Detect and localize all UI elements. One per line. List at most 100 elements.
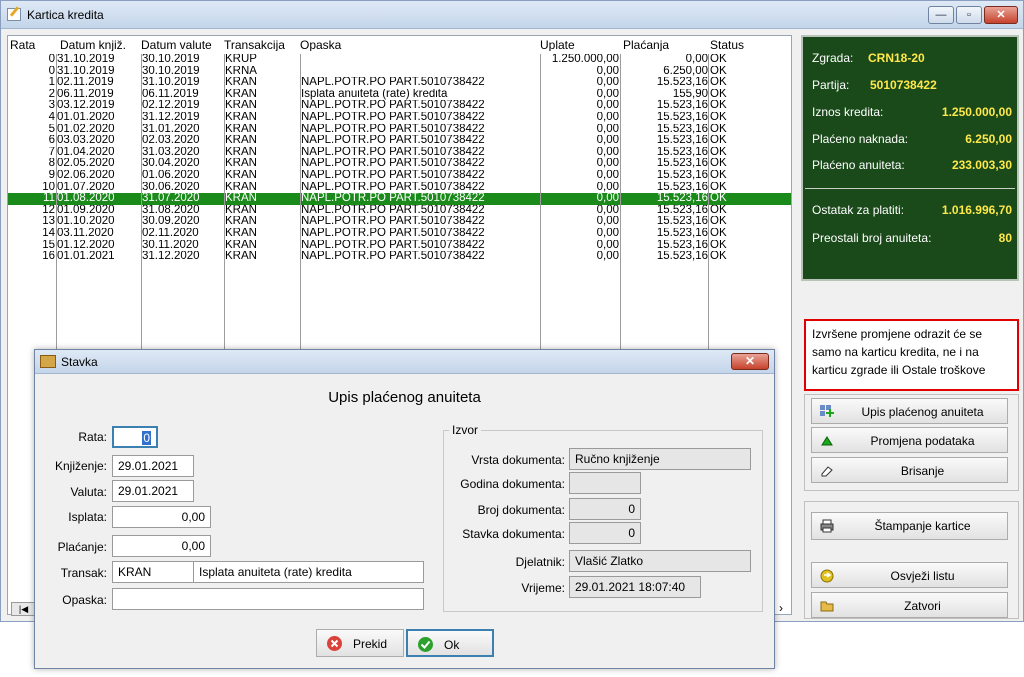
table-cell: NAPL.POTR.PO PART.5010738422 [301, 193, 485, 205]
column-header[interactable]: Opaska [300, 39, 540, 51]
column-header[interactable]: Datum knjiž. [60, 39, 138, 51]
ok-button[interactable]: Ok [406, 629, 494, 657]
prekid-button[interactable]: Prekid [316, 629, 404, 657]
table-row[interactable]: 10 01.07.2020 30.06.2020 KRAN NAPL.POTR.PO P… [8, 182, 791, 194]
brisanje-button[interactable]: Brisanje [811, 457, 1008, 483]
preostali-row: Preostali broj anuiteta: 80 [812, 231, 1012, 245]
check-icon [418, 637, 433, 652]
table-cell: OK [710, 77, 727, 89]
table-cell: KRAN [225, 77, 257, 89]
table-row[interactable]: 15 01.12.2020 30.11.2020 KRAN NAPL.POTR.PO P… [8, 240, 791, 252]
table-row[interactable]: 8 02.05.2020 30.04.2020 KRAN NAPL.POTR.PO PA… [8, 158, 791, 170]
table-cell: 6 [48, 135, 55, 147]
knjizenje-label: Knjiženje: [54, 459, 107, 473]
column-header[interactable]: Uplate [540, 39, 618, 51]
table-cell: 06.11.2019 [142, 88, 199, 100]
table-cell: 0,00 [596, 251, 619, 263]
table-cell: 01.06.2020 [142, 170, 200, 181]
ostatak-value: 1.016.996,70 [941, 203, 1012, 217]
table-cell: NAPL.POTR.PO PART.5010738422 [301, 181, 485, 193]
godina-field [569, 472, 641, 494]
table-cell: 0,00 [596, 123, 619, 135]
preostali-value: 80 [998, 231, 1012, 245]
promjena-podataka-button[interactable]: Promjena podataka [811, 427, 1008, 453]
table-row[interactable]: 7 01.04.2020 31.03.2020 KRAN NAPL.POTR.PO PA… [8, 147, 791, 159]
column-header[interactable]: Plaćanja [623, 39, 713, 51]
table-cell: NAPL.POTR.PO PART.5010738422 [301, 204, 485, 216]
godina-label: Godina dokumenta: [460, 477, 565, 491]
table-row[interactable]: 6 03.03.2020 02.03.2020 KRAN NAPL.POTR.PO PA… [8, 135, 791, 147]
column-header[interactable]: Rata [10, 39, 40, 51]
table-cell: 31.07.2020 [142, 193, 200, 205]
vrijeme-label: Vrijeme: [521, 581, 565, 595]
scroll-first-button[interactable]: |◀ [11, 602, 36, 616]
column-header[interactable]: Transakcija [224, 39, 300, 51]
table-cell: 13 [42, 216, 55, 228]
vrijeme-field: 29.01.2021 18:07:40 [569, 576, 701, 598]
table-cell: 31.12.2019 [142, 112, 200, 123]
rata-field[interactable]: 0 [112, 426, 158, 448]
table-cell: 31.01.2020 [142, 123, 200, 135]
isplata-field[interactable]: 0,00 [112, 506, 211, 528]
table-cell: 0,00 [596, 65, 619, 77]
table-cell: 01.12.2020 [57, 239, 115, 251]
close-button[interactable]: ✕ [984, 6, 1018, 24]
table-cell: 15.523,16 [656, 158, 708, 170]
partija-row: Partija: 5010738422 [812, 78, 937, 92]
osvjezi-listu-button[interactable]: Osvježi listu [811, 562, 1008, 588]
table-row[interactable]: 0 31.10.2019 30.10.2019 KRUP 1.250.000,00 0,0… [8, 54, 791, 66]
table-cell: KRAN [225, 204, 257, 216]
dialog-close-button[interactable]: ✕ [731, 353, 769, 370]
table-row[interactable]: 3 03.12.2019 02.12.2019 KRAN NAPL.POTR.PO PA… [8, 100, 791, 112]
table-row[interactable]: 1 02.11.2019 31.10.2019 KRAN NAPL.POTR.PO PA… [8, 77, 791, 89]
table-cell: 01.07.2020 [57, 181, 115, 193]
placanje-field[interactable]: 0,00 [112, 535, 211, 557]
table-row[interactable]: 13 01.10.2020 30.09.2020 KRAN NAPL.POTR.PO P… [8, 216, 791, 228]
transak-code-field[interactable]: KRAN [112, 561, 194, 583]
table-cell: 31.03.2020 [142, 146, 200, 158]
table-cell: 16 [42, 251, 55, 263]
column-header[interactable]: Status [710, 39, 770, 51]
eraser-icon [820, 464, 834, 478]
table-row[interactable]: 0 31.10.2019 30.10.2019 KRNA 0,00 6.250,00 OK [8, 66, 791, 78]
table-cell: 0,00 [596, 216, 619, 228]
placanje-label: Plaćanje: [57, 540, 107, 554]
table-cell: KRAN [225, 181, 257, 193]
table-row[interactable]: 2 06.11.2019 06.11.2019 KRAN Isplata anuitet… [8, 89, 791, 101]
scroll-right-arrow[interactable]: › [779, 601, 783, 615]
table-row[interactable]: 9 02.06.2020 01.06.2020 KRAN NAPL.POTR.PO PA… [8, 170, 791, 182]
triangle-up-icon [820, 434, 834, 448]
table-cell: NAPL.POTR.PO PART.5010738422 [301, 112, 485, 123]
stavka-dialog: Stavka ✕ Upis plaćenog anuiteta Rata: 0 … [34, 349, 775, 669]
column-header[interactable]: Datum valute [141, 39, 223, 51]
table-cell: 02.06.2020 [57, 170, 115, 181]
stampanje-kartice-button[interactable]: Štampanje kartice [811, 512, 1008, 540]
table-cell: 11 [43, 193, 55, 205]
zatvori-button[interactable]: Zatvori [811, 592, 1008, 618]
table-cell: OK [710, 170, 727, 181]
table-cell: KRAN [225, 170, 257, 181]
opaska-field[interactable] [112, 588, 424, 610]
table-cell: OK [710, 146, 727, 158]
maximize-button[interactable]: ▫ [956, 6, 982, 24]
table-row[interactable]: 11 01.08.2020 31.07.2020 KRAN NAPL.POTR.PO P… [8, 193, 791, 205]
table-cell: 14 [42, 228, 55, 239]
table-row[interactable]: 12 01.09.2020 31.08.2020 KRAN NAPL.POTR.PO P… [8, 205, 791, 217]
table-cell: 0,00 [596, 77, 619, 89]
anuiteta-value: 233.003,30 [951, 158, 1012, 172]
table-row[interactable]: 14 03.11.2020 02.11.2020 KRAN NAPL.POTR.PO P… [8, 228, 791, 240]
minimize-button[interactable]: — [928, 6, 954, 24]
grid-line [708, 54, 709, 358]
table-row[interactable]: 16 01.01.2021 31.12.2020 KRAN NAPL.POTR.PO P… [8, 251, 791, 263]
table-cell: 0,00 [596, 88, 619, 100]
table-cell: 30.11.2020 [142, 239, 199, 251]
knjizenje-field[interactable]: 29.01.2021 [112, 455, 194, 477]
table-row[interactable]: 4 01.01.2020 31.12.2019 KRAN NAPL.POTR.PO PA… [8, 112, 791, 124]
table-row[interactable]: 5 01.02.2020 31.01.2020 KRAN NAPL.POTR.PO PA… [8, 124, 791, 136]
table-cell: 30.10.2019 [142, 65, 200, 77]
dialog-app-icon [40, 355, 56, 368]
table-cell: KRAN [225, 193, 257, 205]
upis-anuiteta-button[interactable]: Upis plaćenog anuiteta [811, 398, 1008, 424]
grid-line [224, 54, 225, 358]
valuta-field[interactable]: 29.01.2021 [112, 480, 194, 502]
